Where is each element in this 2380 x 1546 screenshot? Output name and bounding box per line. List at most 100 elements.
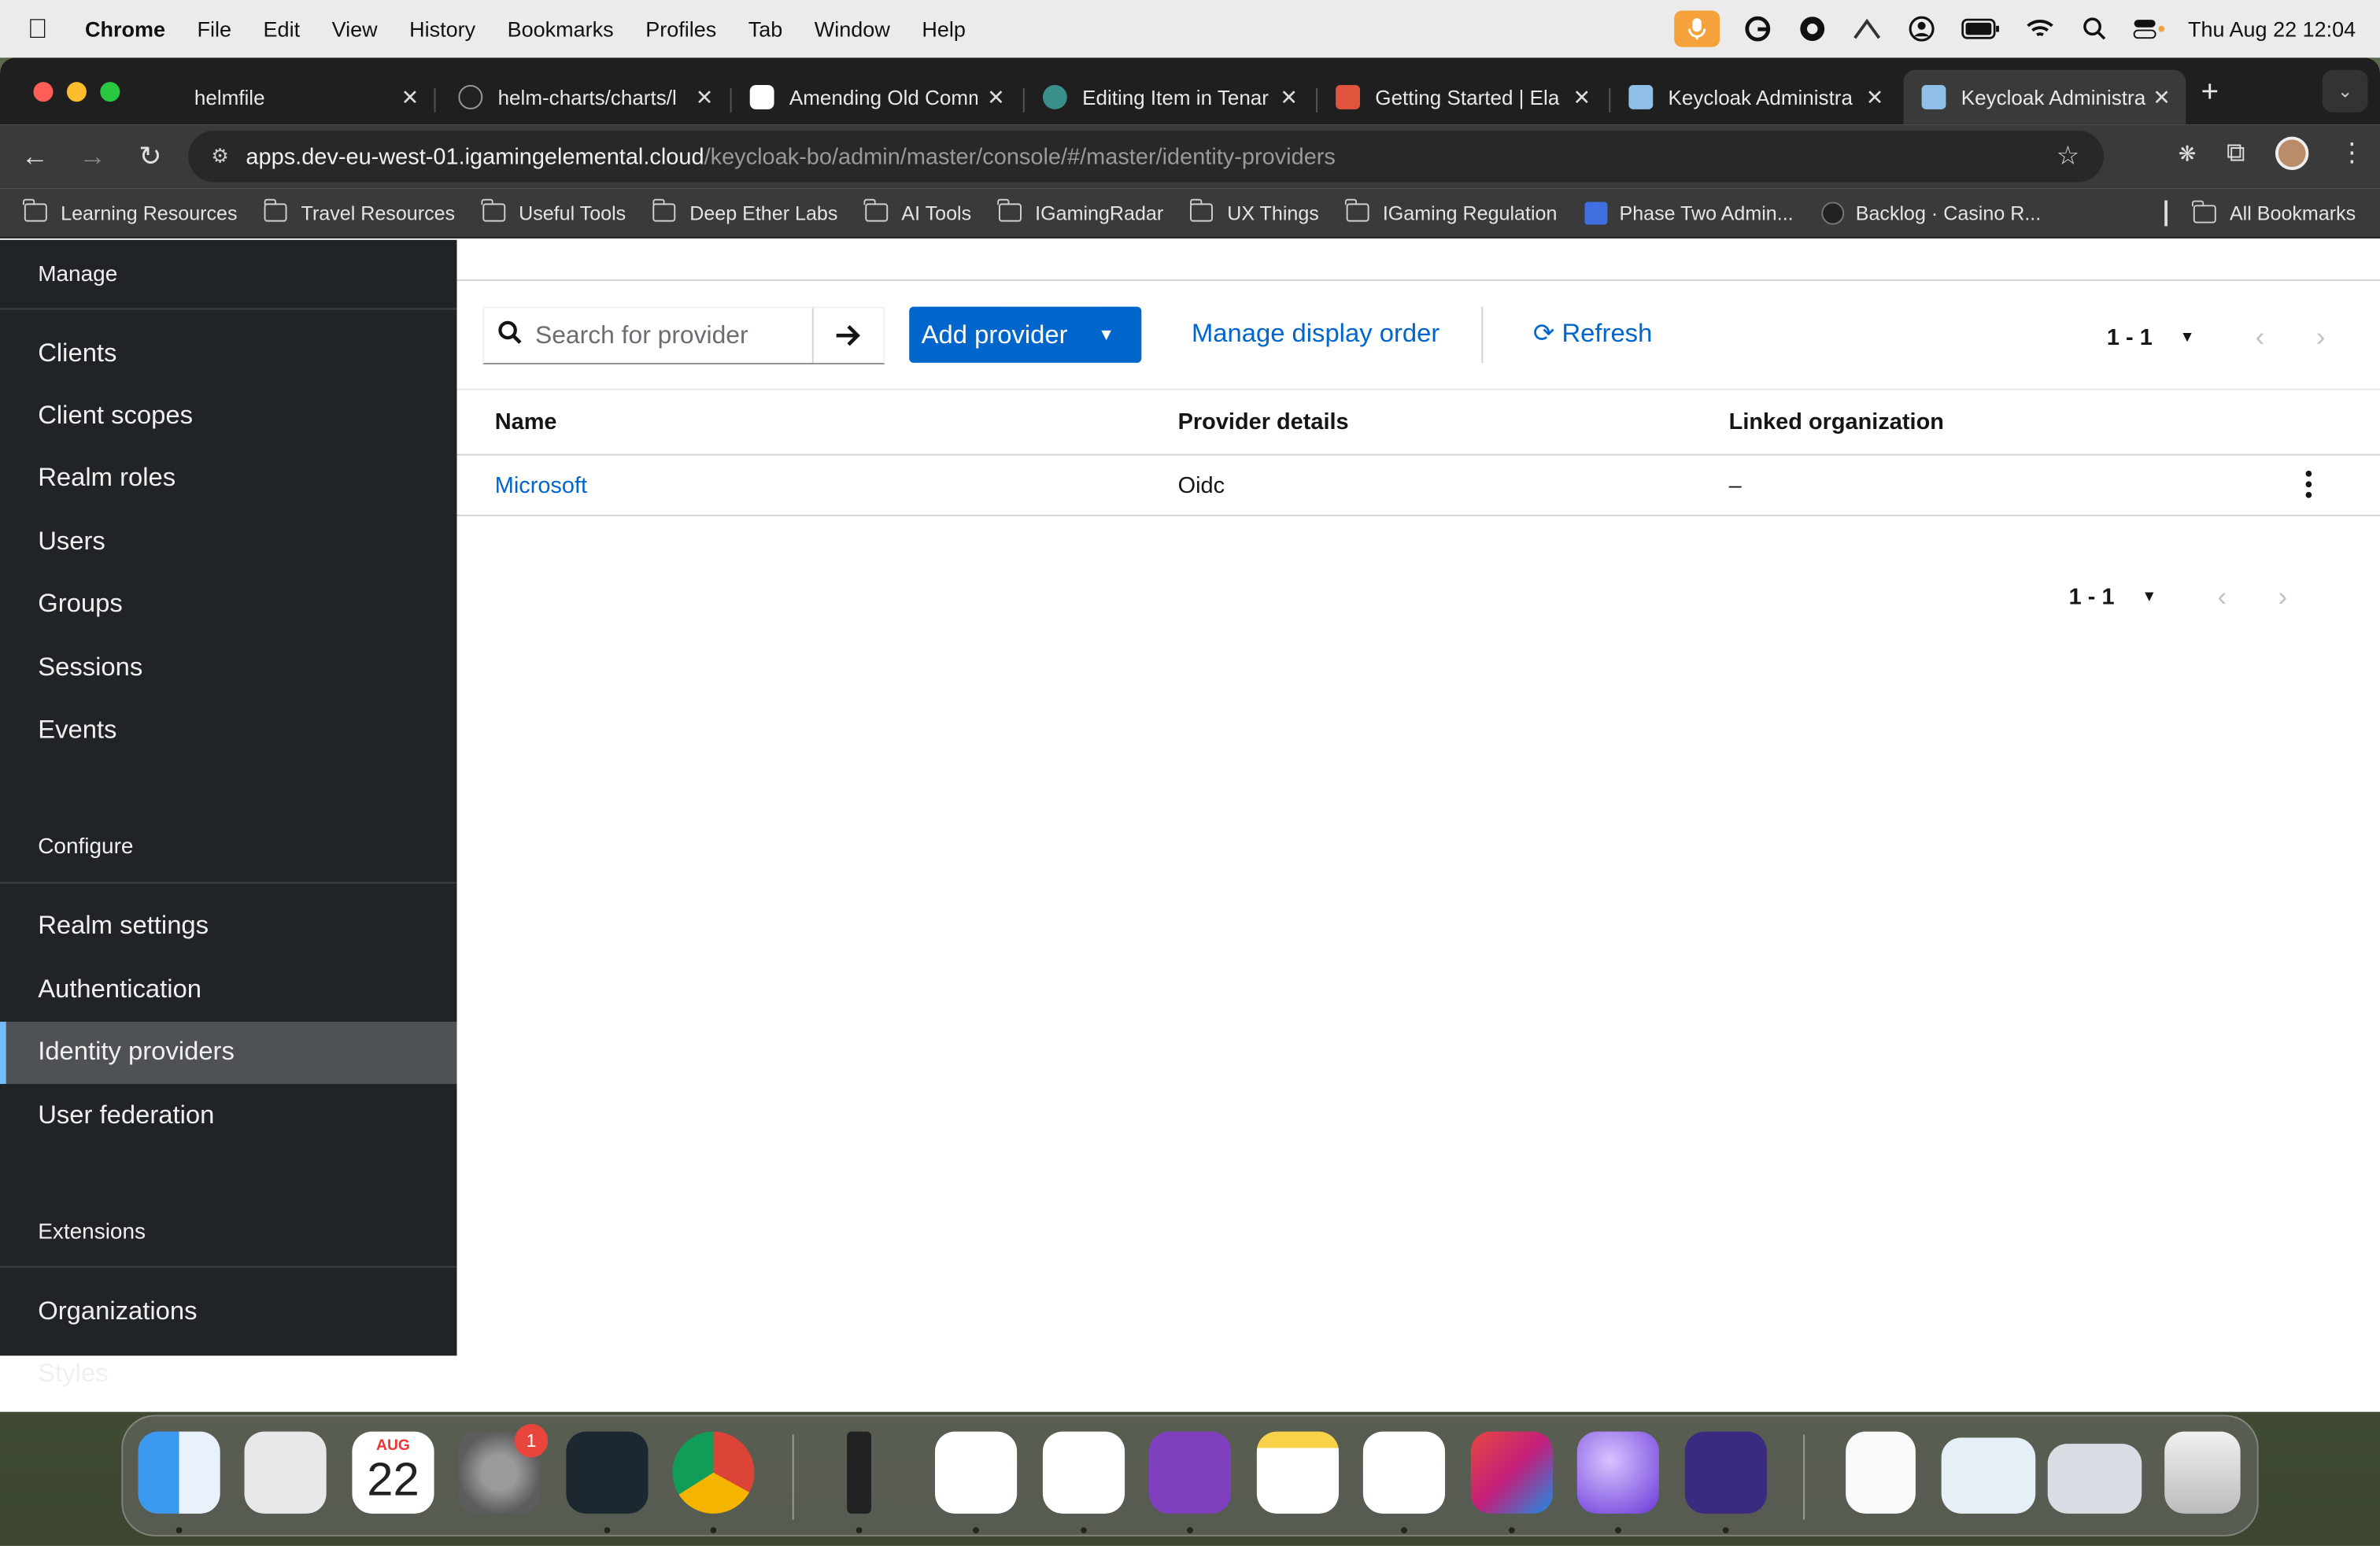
close-window-icon[interactable] [33, 82, 54, 102]
spotlight-search-icon[interactable] [2079, 12, 2112, 45]
pagination-count[interactable]: 1 - 1 [2069, 585, 2115, 611]
pdf-document-icon[interactable] [1846, 1431, 1916, 1514]
sidebar-item-clients[interactable]: Clients [0, 322, 457, 385]
vscode-icon[interactable] [1362, 1431, 1446, 1514]
search-input[interactable] [534, 308, 811, 363]
map-screenshot-thumbnail[interactable] [1941, 1437, 2036, 1514]
record-icon[interactable] [1796, 12, 1829, 45]
gitkraken-icon[interactable] [566, 1431, 649, 1514]
site-settings-icon[interactable]: ⚙ [194, 144, 246, 168]
search-submit-arrow-icon[interactable] [811, 308, 883, 363]
trash-icon[interactable] [2164, 1431, 2241, 1514]
sidebar-item-events[interactable]: Events [0, 699, 457, 762]
slack-icon[interactable] [935, 1431, 1018, 1514]
bookmark-folder[interactable]: Deep Ether Labs [652, 198, 837, 224]
menu-app-name[interactable]: Chrome [85, 17, 165, 41]
per-page-dropdown-icon[interactable]: ▼ [2142, 589, 2156, 605]
sidebar-item-organizations[interactable]: Organizations [0, 1280, 457, 1343]
menu-history[interactable]: History [409, 17, 475, 41]
sidebar-item-realm-settings[interactable]: Realm settings [0, 895, 457, 958]
bookmark-folder[interactable]: AI Tools [863, 198, 971, 224]
forward-icon[interactable]: → [64, 140, 121, 172]
tab-search-icon[interactable]: ⌄ [2322, 69, 2368, 113]
menu-edit[interactable]: Edit [264, 17, 301, 41]
browser-tab[interactable]: Keycloak Administra ✕ [1610, 70, 1898, 124]
browser-tab[interactable]: Amending Old Comm ✕ [732, 70, 1020, 124]
rider-icon[interactable] [1470, 1431, 1553, 1514]
profile-avatar[interactable] [2275, 136, 2309, 171]
notes-icon[interactable] [1256, 1431, 1340, 1514]
browser-tab-active[interactable]: Keycloak Administra ✕ [1903, 69, 2186, 125]
extension-icon[interactable]: ❋ [2179, 140, 2197, 166]
sidebar-item-realm-roles[interactable]: Realm roles [0, 448, 457, 511]
bookmark-folder[interactable]: Learning Resources [23, 198, 238, 224]
tab-close-icon[interactable]: ✕ [1573, 84, 1591, 110]
bookmark-folder[interactable]: UX Things [1189, 198, 1319, 224]
vpn-icon[interactable] [1851, 12, 1884, 45]
wifi-icon[interactable] [2024, 12, 2057, 45]
launchpad-icon[interactable] [244, 1431, 327, 1514]
arc-orb-icon[interactable] [1576, 1431, 1659, 1514]
sidebar-item-sessions[interactable]: Sessions [0, 636, 457, 699]
tab-close-icon[interactable]: ✕ [401, 84, 419, 110]
row-actions-kebab-icon[interactable] [2304, 470, 2314, 498]
all-bookmarks-folder[interactable]: All Bookmarks [2192, 199, 2356, 224]
nordvpn-icon[interactable] [1042, 1431, 1125, 1514]
bookmark-folder[interactable]: Travel Resources [264, 198, 455, 224]
manage-display-order-button[interactable]: Manage display order [1192, 319, 1439, 350]
sidebar-item-styles[interactable]: Styles [0, 1343, 457, 1406]
grammarly-icon[interactable] [1742, 12, 1775, 45]
browser-tab[interactable]: helmfile ✕ [176, 70, 434, 124]
tab-close-icon[interactable]: ✕ [2153, 84, 2171, 110]
browser-tab[interactable]: Getting Started | Ela ✕ [1318, 70, 1606, 124]
tab-close-icon[interactable]: ✕ [1866, 84, 1884, 110]
menu-profiles[interactable]: Profiles [645, 17, 716, 41]
new-tab-icon[interactable]: + [2201, 76, 2219, 110]
bookmark-link[interactable]: Phase Two Admin... [1584, 201, 1794, 224]
calendar-icon[interactable]: AUG 22 [352, 1431, 434, 1514]
add-provider-button[interactable]: Add provider ▼ [909, 306, 1142, 363]
tab-close-icon[interactable]: ✕ [987, 84, 1005, 110]
window-screenshot-thumbnail[interactable] [2047, 1444, 2142, 1514]
github-desktop-icon[interactable] [1148, 1431, 1232, 1514]
address-bar[interactable]: ⚙ apps.dev-eu-west-01.igamingelemental.c… [188, 130, 2105, 183]
grammarly-desktop-icon[interactable] [1684, 1431, 1767, 1514]
minimize-window-icon[interactable] [66, 82, 87, 102]
sidebar-item-user-federation[interactable]: User federation [0, 1084, 457, 1147]
tab-close-icon[interactable]: ✕ [1280, 84, 1298, 110]
sidebar-item-identity-providers[interactable]: Identity providers [0, 1021, 457, 1084]
browser-tab[interactable]: helm-charts/charts/l ✕ [440, 70, 728, 124]
zoom-window-icon[interactable] [100, 82, 120, 102]
browser-tab[interactable]: Editing Item in Tenar ✕ [1025, 70, 1313, 124]
finder-icon[interactable] [138, 1431, 220, 1514]
back-icon[interactable]: ← [6, 140, 64, 172]
chrome-icon[interactable] [672, 1431, 755, 1514]
previous-page-icon[interactable]: ‹ [2256, 322, 2265, 354]
user-account-icon[interactable] [1905, 12, 1938, 45]
menu-window[interactable]: Window [815, 17, 890, 41]
next-page-icon[interactable]: › [2278, 582, 2288, 614]
tab-close-icon[interactable]: ✕ [696, 84, 714, 110]
chrome-menu-icon[interactable]: ⋮ [2339, 139, 2365, 169]
bookmark-folder[interactable]: IGaming Regulation [1345, 198, 1557, 224]
menu-bookmarks[interactable]: Bookmarks [508, 17, 614, 41]
battery-icon[interactable] [1961, 12, 2003, 45]
sidebar-item-groups[interactable]: Groups [0, 573, 457, 636]
menu-file[interactable]: File [198, 17, 232, 41]
next-page-icon[interactable]: › [2316, 322, 2326, 354]
extensions-puzzle-icon[interactable]: ⧉ [2227, 139, 2245, 169]
microphone-icon[interactable] [1675, 10, 1720, 47]
bookmark-link[interactable]: Backlog · Casino R... [1820, 201, 2041, 224]
refresh-button[interactable]: ⟳ Refresh [1533, 319, 1652, 350]
bookmark-star-icon[interactable]: ☆ [2057, 141, 2079, 172]
menu-clock[interactable]: Thu Aug 22 12:04 [2188, 17, 2356, 41]
previous-page-icon[interactable]: ‹ [2218, 582, 2227, 614]
provider-name-link[interactable]: Microsoft [495, 472, 587, 498]
menu-tab[interactable]: Tab [748, 17, 783, 41]
pagination-count[interactable]: 1 - 1 [2107, 325, 2153, 351]
menu-help[interactable]: Help [922, 17, 966, 41]
bookmark-folder[interactable]: IGamingRadar [997, 198, 1163, 224]
terminal-icon[interactable] [847, 1431, 872, 1514]
sidebar-item-client-scopes[interactable]: Client scopes [0, 385, 457, 448]
sidebar-item-authentication[interactable]: Authentication [0, 958, 457, 1021]
